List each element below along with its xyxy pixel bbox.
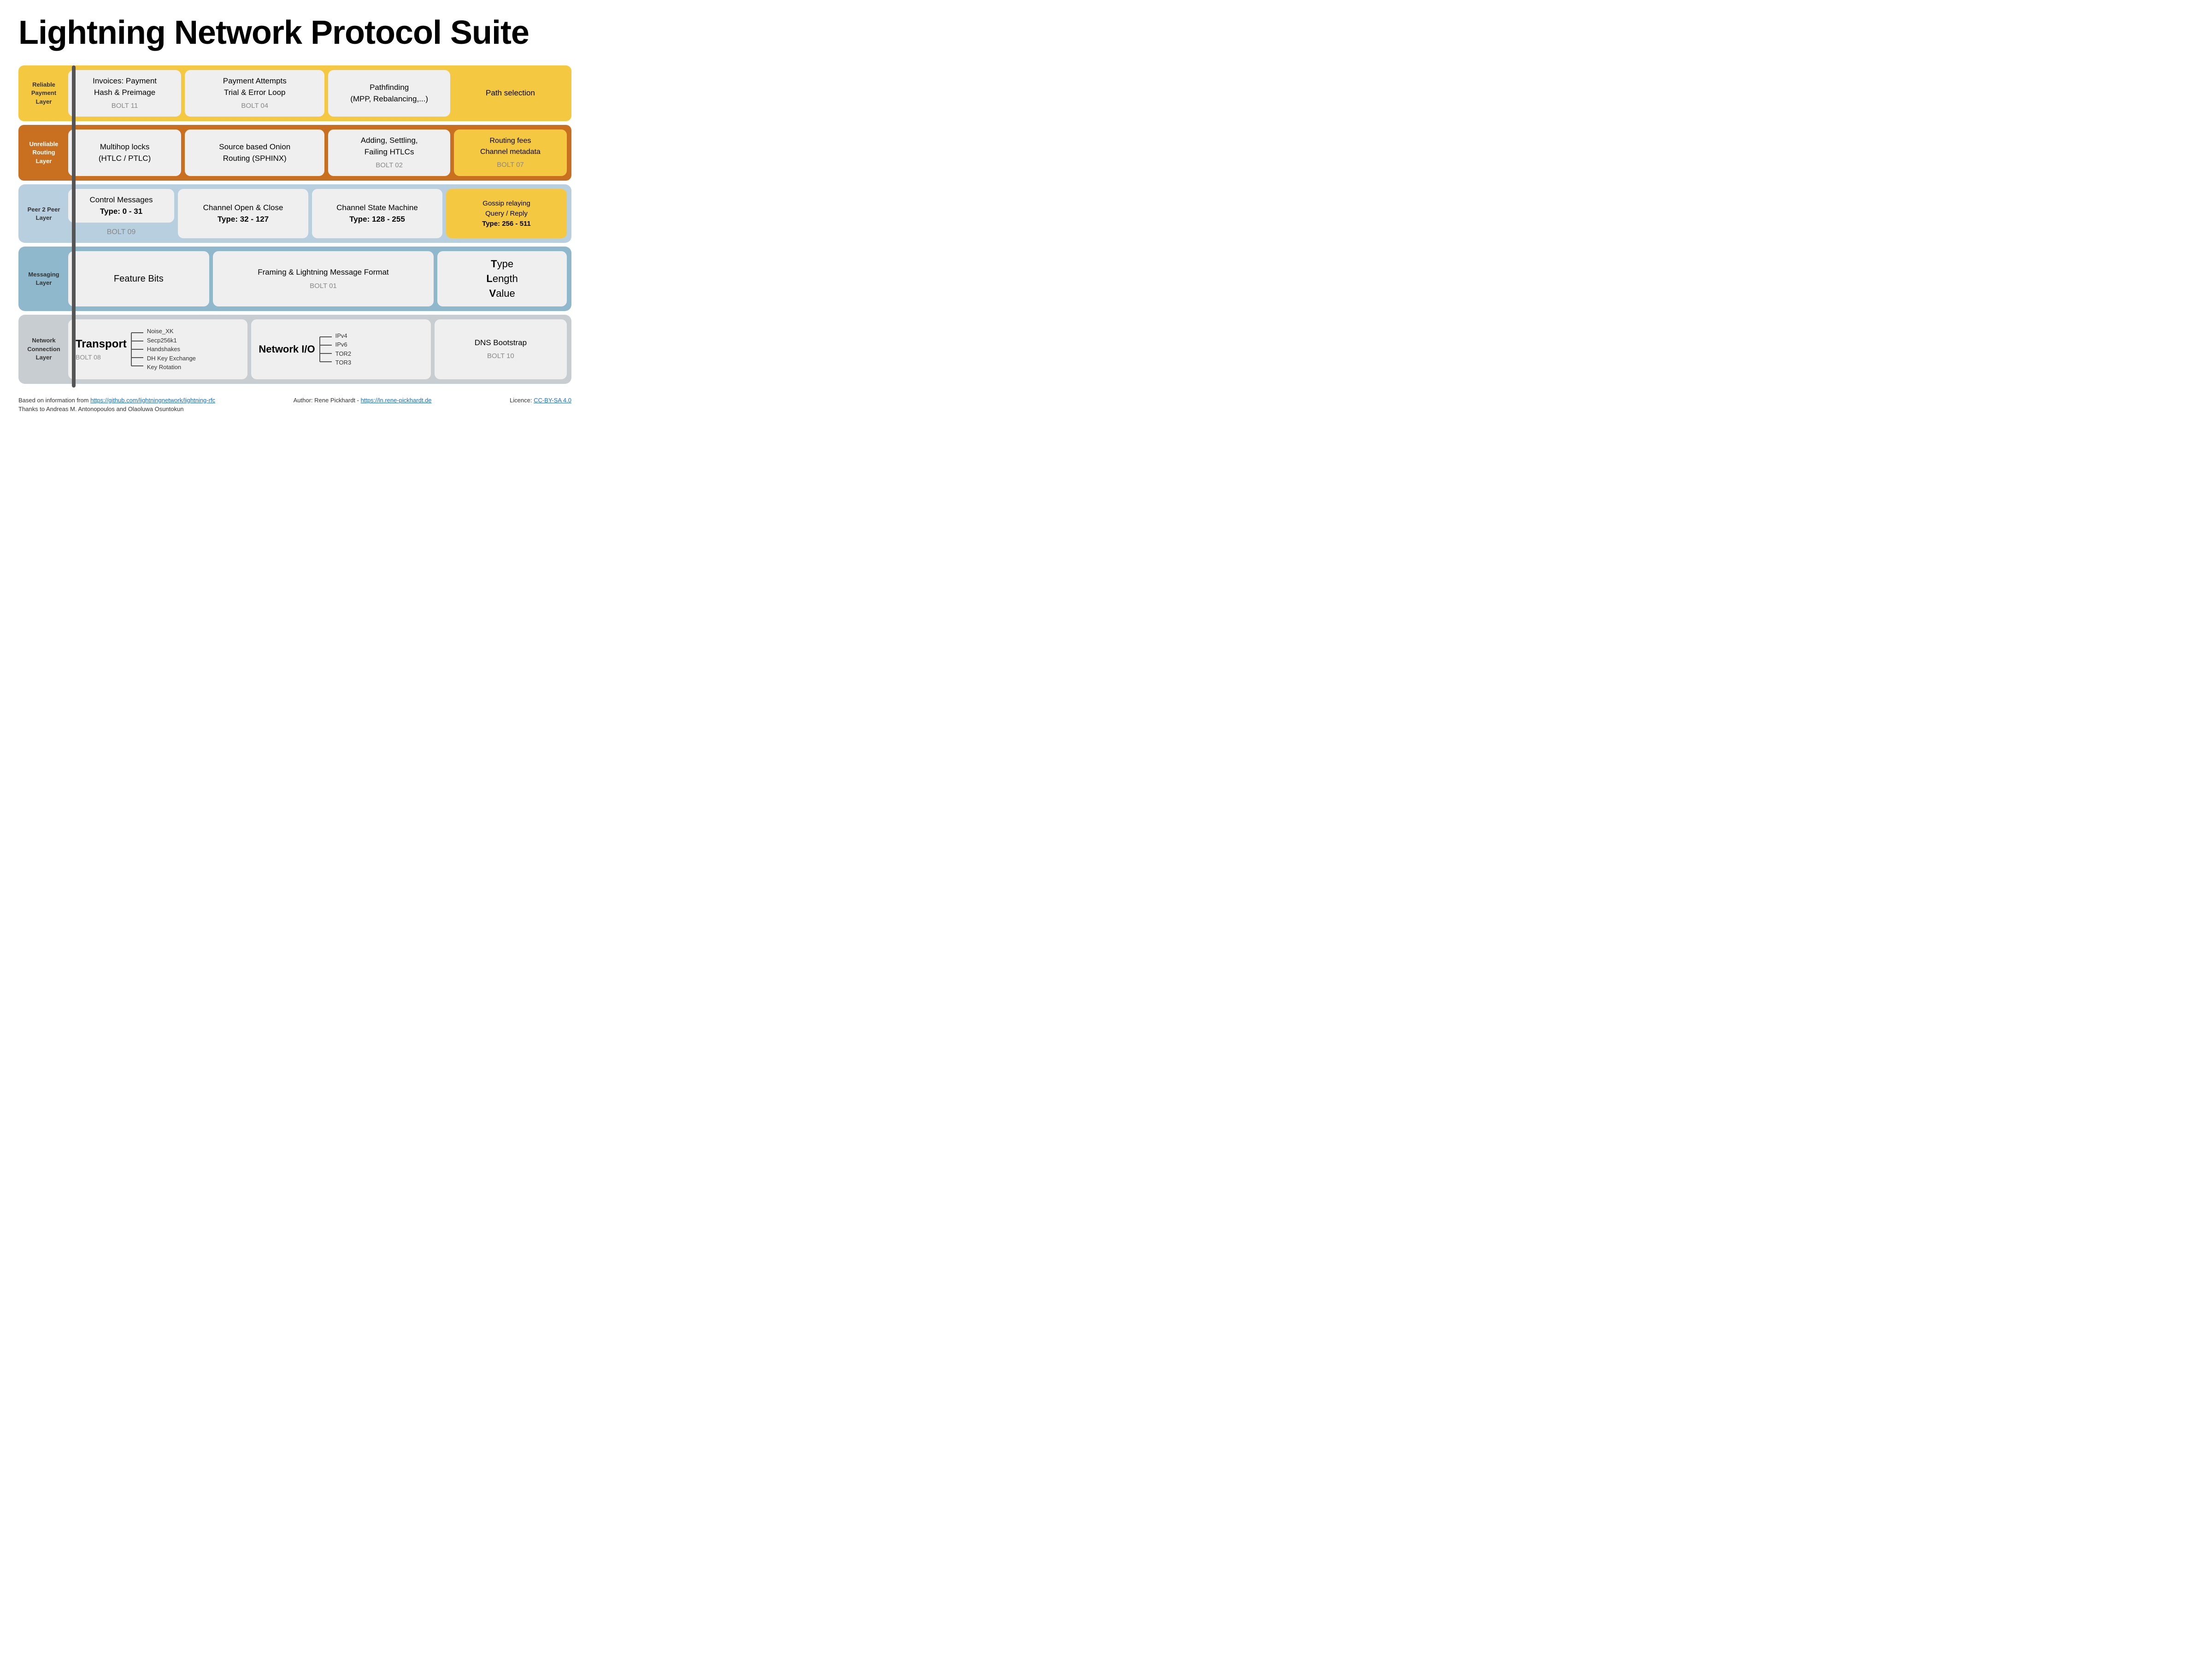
footer-thanks: Thanks to Andreas M. Antonopoulos and Ol…: [18, 406, 571, 412]
network-io-card: Network I/O IPv4 IPv6 TOR2 TOR3: [251, 319, 430, 379]
payment-attempts-card: Payment Attempts Trial & Error Loop BOLT…: [185, 70, 324, 117]
messaging-layer-row: Messaging Layer Feature Bits Framing & L…: [18, 247, 571, 311]
channel-open-card: Channel Open & Close Type: 32 - 127: [178, 189, 308, 238]
footer-right-link[interactable]: CC-BY-SA 4.0: [534, 397, 571, 404]
footer: Based on information from https://github…: [18, 397, 571, 412]
path-selection-card: Path selection: [454, 70, 567, 117]
p2p-layer-label: Peer 2 Peer Layer: [23, 189, 65, 238]
bolt09-label: BOLT 09: [68, 226, 174, 238]
tlv-card: Type Length Value: [437, 251, 567, 306]
invoices-card: Invoices: Payment Hash & Preimage BOLT 1…: [68, 70, 181, 117]
multihop-card: Multihop locks (HTLC / PTLC): [68, 129, 181, 176]
reliable-layer-label: Reliable Payment Layer: [23, 70, 65, 117]
reliable-layer-row: Reliable Payment Layer Invoices: Payment…: [18, 65, 571, 121]
footer-middle: Author: Rene Pickhardt - https://ln.rene…: [294, 397, 432, 404]
transport-card: Transport BOLT 08 Noise_XK Secp256k1 Han…: [68, 319, 247, 379]
htlc-card: Adding, Settling, Failing HTLCs BOLT 02: [328, 129, 450, 176]
channel-state-card: Channel State Machine Type: 128 - 255: [312, 189, 442, 238]
p2p-layer-row: Peer 2 Peer Layer Control Messages Type:…: [18, 184, 571, 243]
footer-left: Based on information from https://github…: [18, 397, 215, 404]
page-title: Lightning Network Protocol Suite: [18, 14, 571, 52]
unreliable-layer-label: Unreliable Routing Layer: [23, 129, 65, 176]
framing-card: Framing & Lightning Message Format BOLT …: [213, 251, 434, 306]
vertical-divider: [72, 65, 76, 388]
unreliable-layer-row: Unreliable Routing Layer Multihop locks …: [18, 125, 571, 181]
onion-card: Source based Onion Routing (SPHINX): [185, 129, 324, 176]
footer-left-link[interactable]: https://github.com/lightningnetwork/ligh…: [90, 397, 215, 404]
pathfinding-card: Pathfinding (MPP, Rebalancing,...): [328, 70, 450, 117]
footer-right: Licence: CC-BY-SA 4.0: [510, 397, 571, 404]
messaging-layer-label: Messaging Layer: [23, 251, 65, 306]
transport-tree-icon: [130, 329, 143, 370]
feature-bits-card: Feature Bits: [68, 251, 209, 306]
network-io-tree-icon: [319, 333, 332, 366]
network-layer-label: Network Connection Layer: [23, 319, 65, 379]
footer-middle-link[interactable]: https://ln.rene-pickhardt.de: [361, 397, 432, 404]
routing-fees-card: Routing fees Channel metadata BOLT 07: [454, 129, 567, 176]
gossip-card: Gossip relaying Query / Reply Type: 256 …: [446, 189, 567, 238]
control-messages-card: Control Messages Type: 0 - 31: [68, 189, 174, 223]
network-layer-row: Network Connection Layer Transport BOLT …: [18, 315, 571, 384]
dns-card: DNS Bootstrap BOLT 10: [435, 319, 567, 379]
